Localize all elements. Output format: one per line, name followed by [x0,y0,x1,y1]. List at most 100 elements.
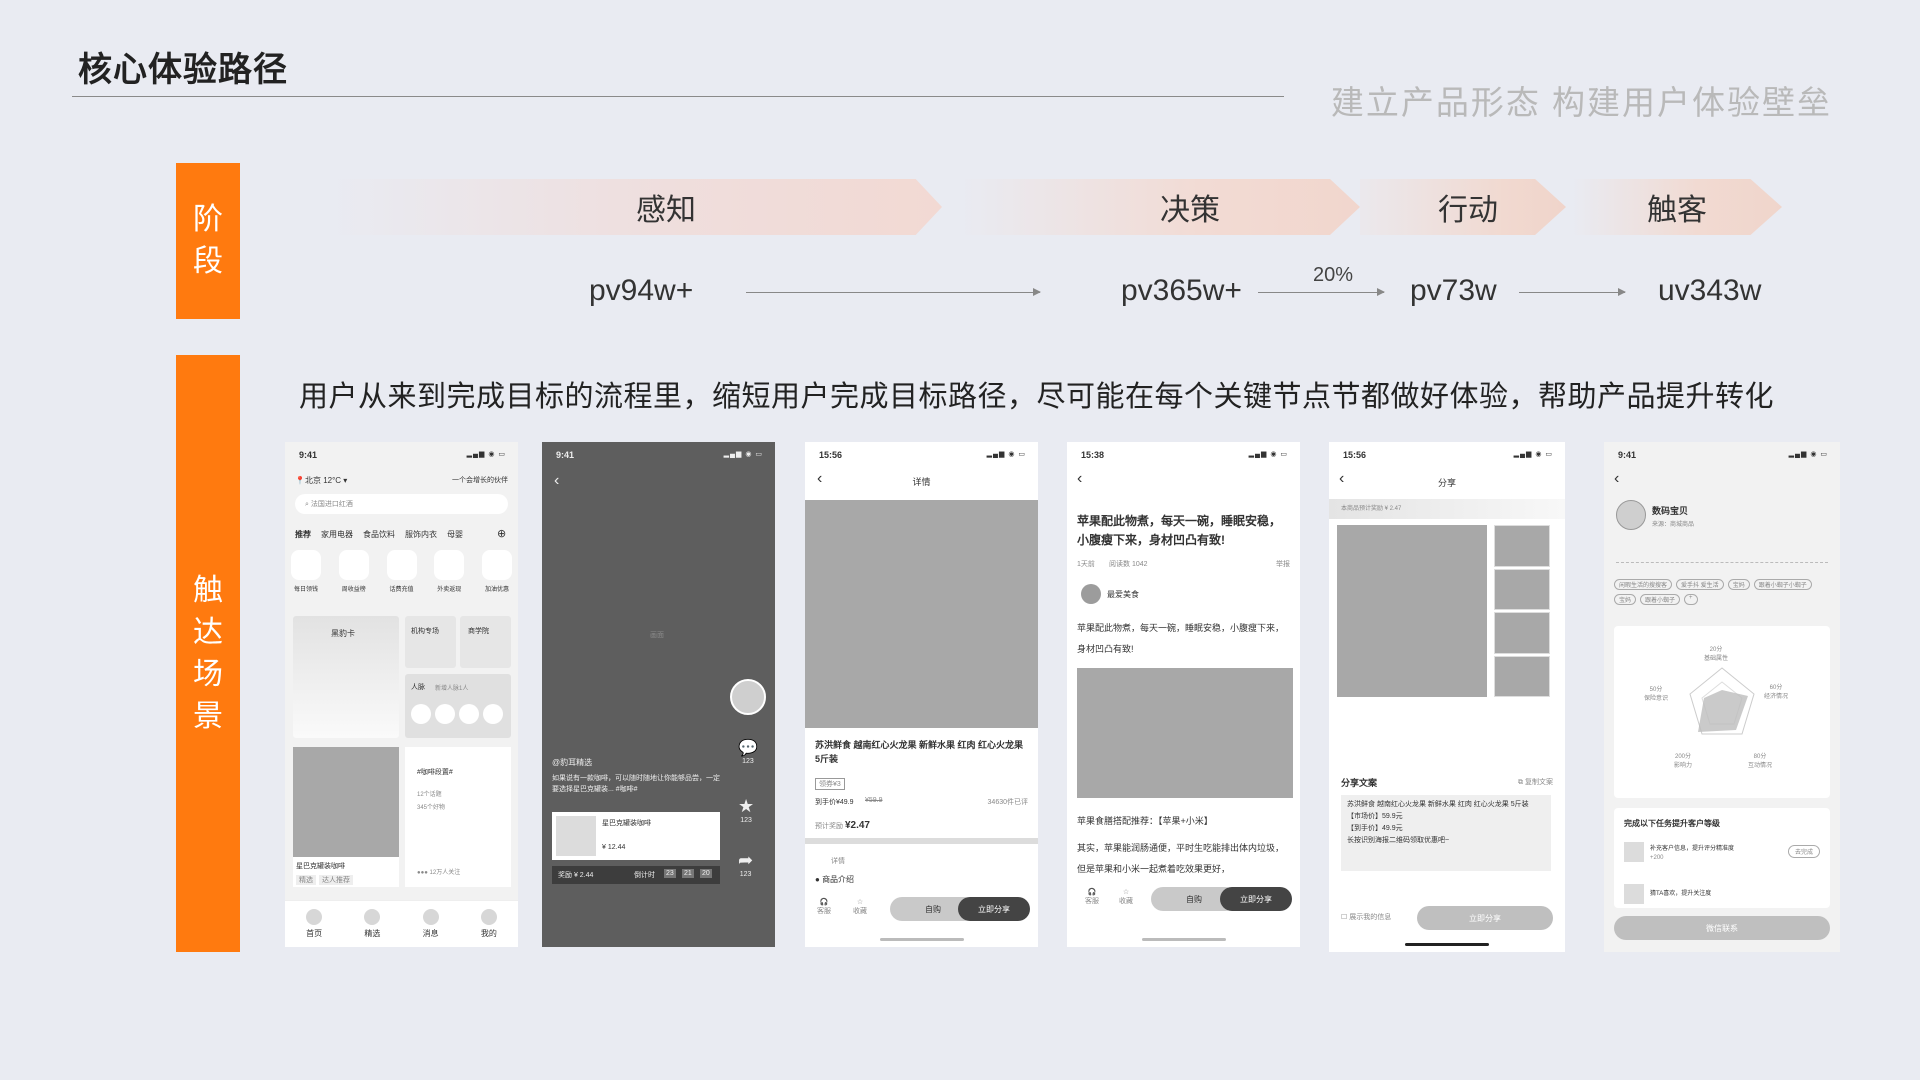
thumbnail[interactable] [1494,568,1550,610]
add-tag-button[interactable]: + [1684,594,1698,605]
add-tab-icon[interactable]: ⊕ [497,527,506,540]
section-intro: ● 商品介绍 [815,875,855,884]
author-avatar[interactable] [1081,584,1101,604]
task-complete-button[interactable]: 去完成 [1787,845,1820,858]
service-icon[interactable]: 🎧 客服 [817,898,831,916]
video-frame-label: 画面 [650,632,664,639]
thumbnail[interactable] [1494,525,1550,567]
customer-tag[interactable]: 爱手抖 爱生活 [1676,579,1724,590]
service-icon[interactable]: 🎧 客服 [1085,888,1099,906]
share-button[interactable]: ➦ 123 [738,850,753,878]
tab-baby[interactable]: 母婴 [447,529,463,540]
star-icon: ★ [738,796,755,816]
show-info-checkbox[interactable]: ☐ 展示我的信息 [1341,912,1391,922]
status-time: 9:41 [556,450,575,460]
share-now-button[interactable]: 立即分享 [958,897,1030,921]
section-detail[interactable]: 详情 [831,856,845,866]
back-icon[interactable]: ‹ [1614,470,1619,488]
radar-label-influence: 200分 影响力 [1674,754,1693,769]
nav-featured[interactable]: 精选 [364,909,381,939]
detail-title: 详情 [912,477,931,487]
nav-me[interactable]: 我的 [480,909,497,939]
customer-tag[interactable]: 宝妈 [1614,594,1637,605]
author-name[interactable]: 最爱美食 [1107,589,1139,600]
academy-card[interactable]: 商学院 [460,616,511,668]
favorite-icon[interactable]: ☆ 收藏 [853,898,867,916]
home-icon [306,909,323,925]
sold-count: 34630件已评 [987,799,1028,806]
metric-decision: pv365w+ [1121,274,1242,307]
status-time: 15:56 [819,450,843,460]
home-indicator [879,938,964,941]
shortcut-grid: 每日领钱 周收益榜 话费充值 外卖返现 加油优惠 [291,550,512,593]
status-time: 15:38 [1081,450,1105,460]
home-indicator [1141,938,1226,941]
search-input[interactable]: ⌕ 法国进口红酒 [295,494,508,514]
tab-clothing[interactable]: 服饰内衣 [405,529,437,540]
avatar [1616,500,1646,530]
screen-video: 9:41 ▂▄▆ ◉ ▭ ‹ 画面 💬 123 ★ 123 ➦ 123 @豹耳精选 如果… [542,442,775,947]
favorite-button[interactable]: ★ 123 [738,796,754,824]
flow-connector [746,288,1041,296]
signal-icon: ▂▄▆ ◉ ▭ [986,451,1026,458]
copy-title: 分享文案 [1341,778,1378,788]
share-title: 分享 [1437,478,1456,488]
task-card: 完成以下任务提升客户等级 补充客户信息，提升评分精准度 +200 去完成 猜TA… [1614,808,1830,908]
product-card[interactable]: 星巴克罐装咖啡 精选 达人推荐 [293,747,399,887]
comment-button[interactable]: 💬 123 [738,738,758,765]
stage-side-label: 阶段 [176,163,240,319]
copy-button[interactable]: ⧉ 复制文案 [1518,777,1553,787]
location[interactable]: 📍北京 12°C ▾ [295,475,347,486]
thumbnail[interactable] [1494,612,1550,654]
share-now-button[interactable]: 立即分享 [1220,887,1292,911]
shortcut-item[interactable]: 每日领钱 [291,550,321,593]
radar-card: 20分 基础属性 60分 经济情况 80分 互动情况 200分 影响力 50分 保险意识 [1614,626,1830,798]
metric-action: pv73w [1410,274,1497,307]
signal-icon: ▂▄▆ ◉ ▭ [1788,451,1828,458]
shortcut-item[interactable]: 加油优惠 [482,550,512,593]
favorite-icon[interactable]: ☆ 收藏 [1119,888,1133,906]
shortcut-item[interactable]: 周收益榜 [338,550,369,593]
nav-messages[interactable]: 消息 [422,909,439,939]
tab-recommend[interactable]: 推荐 [295,529,311,540]
product-card[interactable]: 星巴克罐装咖啡 ¥ 12.44 [552,812,720,860]
status-time: 15:56 [1343,450,1367,460]
agency-card[interactable]: 机构专场 [405,616,456,668]
back-icon[interactable]: ‹ [554,472,559,490]
wechat-contact-button[interactable]: 微信联系 [1614,916,1830,940]
page-title: 核心体验路径 [78,51,288,89]
stage-arrow-decision: 决策 [960,179,1360,235]
metric-perception: pv94w+ [589,274,694,307]
share-now-button[interactable]: 立即分享 [1417,906,1553,930]
poster-preview[interactable] [1337,525,1487,697]
thumbnail[interactable] [1494,655,1550,697]
comment-icon: 💬 [738,740,758,757]
radar-label-economy: 60分 经济情况 [1764,685,1789,700]
task-icon [1624,884,1644,904]
bottom-nav: 首页 精选 消息 我的 [285,900,518,947]
tab-appliance[interactable]: 家用电器 [321,529,353,540]
leopard-card[interactable]: 黑豹卡 [293,616,399,738]
video-author[interactable]: @豹耳精选 [552,757,592,768]
topic-card[interactable]: #咖啡段置# 12个话题 345个好物 ●●● 12万人关注 [405,747,511,887]
product-name: 苏洪鲜食 越南红心火龙果 新鲜水果 红肉 红心火龙果 5斤装 [815,740,1024,764]
user-icon [480,909,497,925]
screen-share: 15:56 ▂▄▆ ◉ ▭ ‹ 分享 本商品预计奖励 ¥ 2.47 分享文案 ⧉ … [1329,442,1565,952]
nav-home[interactable]: 首页 [306,909,323,939]
tab-food[interactable]: 食品饮料 [363,529,395,540]
customer-tag[interactable]: 跟着小蜘子 [1640,594,1681,605]
report-link[interactable]: 举报 [1276,559,1290,569]
shortcut-item[interactable]: 话费充值 [386,550,417,593]
back-icon[interactable]: ‹ [1077,470,1082,488]
customer-tag[interactable]: 跟着小蜘子小蜘子 [1753,579,1812,590]
customer-tag[interactable]: 宝妈 [1727,579,1750,590]
shortcut-item[interactable]: 外卖返现 [434,550,465,593]
flow-connector [1258,288,1385,296]
avatar[interactable] [730,679,766,715]
network-card[interactable]: 人脉 新增人脉1人 [405,674,511,738]
article-title: 苹果配此物煮，每天一碗，睡眠安稳，小腹瘦下来，身材凹凸有致! [1077,514,1282,547]
flow-connector [1519,288,1626,296]
home-indicator [1405,943,1489,946]
coupon-badge[interactable]: 领券¥3 [815,778,845,790]
customer-tag[interactable]: 闲暇生活的搜搜客 [1614,579,1673,590]
